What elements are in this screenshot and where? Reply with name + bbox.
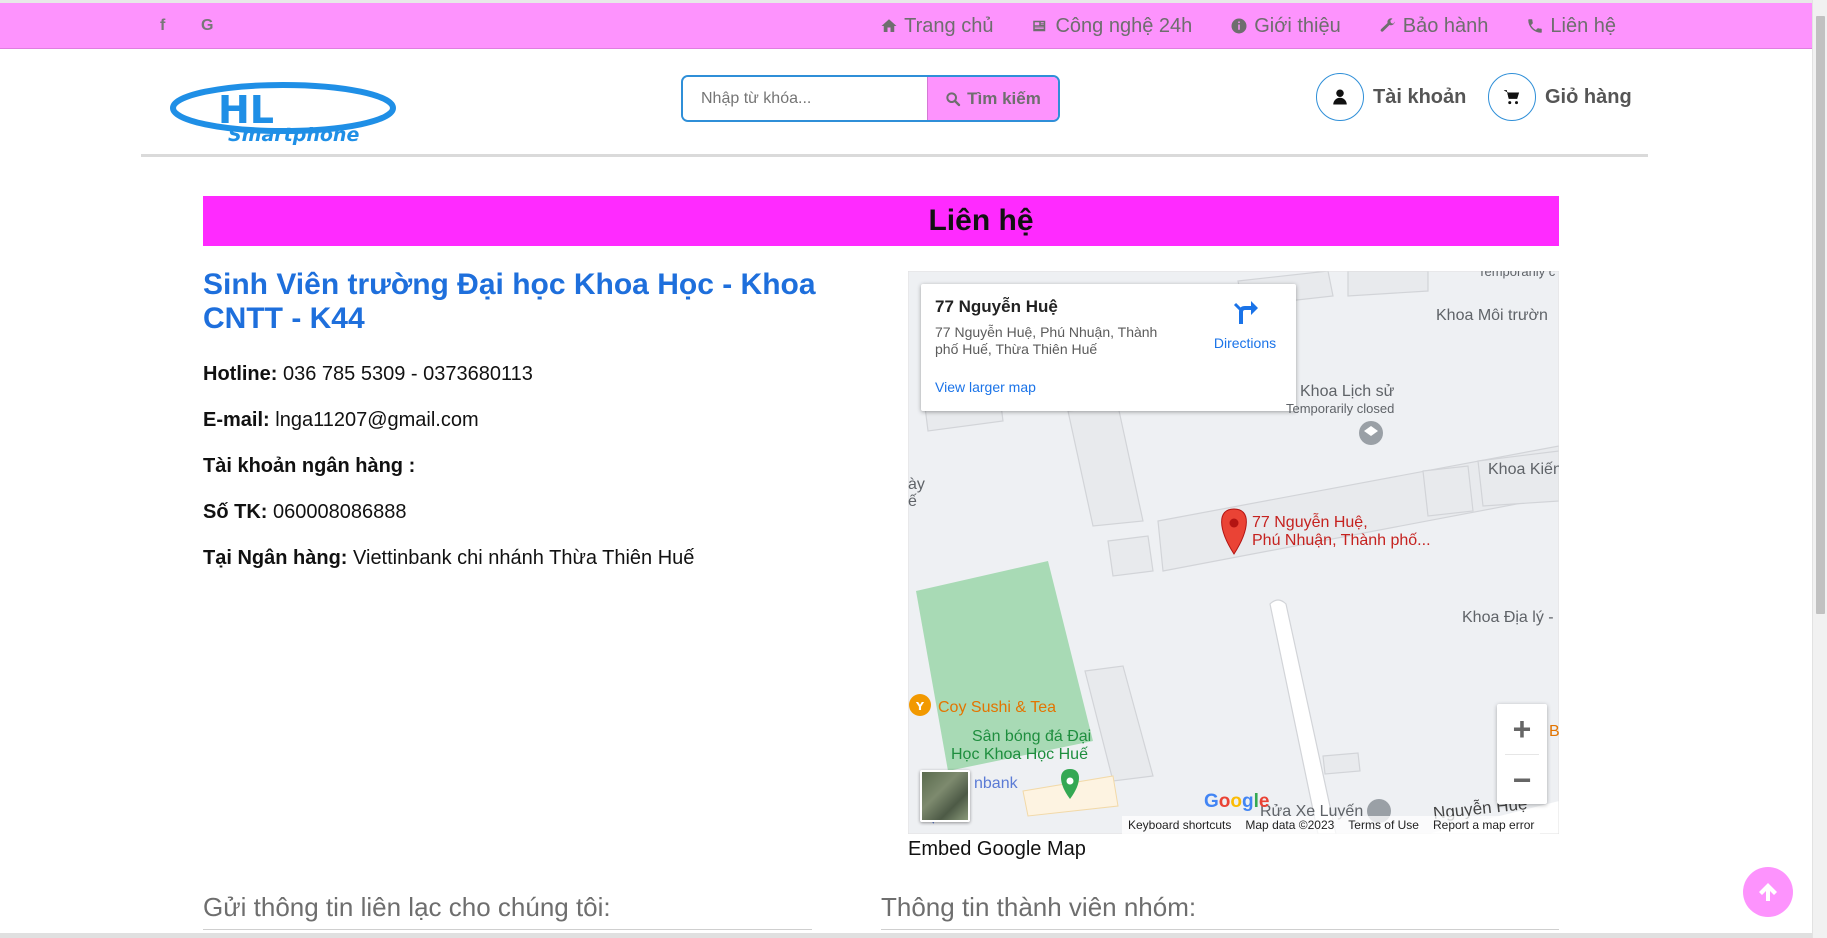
map-data-text: Map data ©2023 — [1245, 818, 1335, 832]
search-box: Tìm kiếm — [681, 75, 1060, 122]
bank-account-row: Tài khoản ngân hàng : — [203, 454, 863, 478]
home-icon — [881, 19, 897, 32]
account-button[interactable]: Tài khoản — [1316, 73, 1466, 121]
map-label: B — [1549, 723, 1559, 740]
map-label: Temporarily c — [1478, 271, 1556, 279]
map-label: Temporarily closed — [1286, 401, 1395, 416]
arrow-up-icon — [1759, 883, 1777, 901]
nav-label: Trang chủ — [904, 14, 994, 37]
bank-name-row: Tại Ngân hàng: Viettinbank chi nhánh Thừ… — [203, 546, 863, 570]
map-label: Khoa Kiến — [1488, 461, 1559, 478]
hotline-value: 036 785 5309 - 0373680113 — [283, 363, 533, 385]
nav-label: Liên hệ — [1550, 14, 1616, 37]
search-icon — [946, 91, 961, 106]
logo-subtext: Smartphone — [228, 124, 359, 146]
map-pin-label: Phú Nhuận, Thành phố... — [1252, 532, 1431, 549]
satellite-toggle[interactable] — [920, 770, 970, 822]
map-label: Học Khoa Học Huế — [951, 746, 1088, 763]
map-label: ày — [908, 476, 925, 493]
facebook-icon[interactable]: f — [160, 17, 165, 35]
top-bar: f G Trang chủ Công nghệ 24h Giới thiệu B… — [0, 0, 1812, 49]
account-number-value: 060008086888 — [273, 501, 407, 523]
nav-label: Công nghệ 24h — [1055, 14, 1193, 37]
map-footer: Keyboard shortcuts Map data ©2023 Terms … — [1122, 816, 1541, 834]
embed-map-caption: Embed Google Map — [908, 838, 1086, 860]
bank-name-value: Viettinbank chi nhánh Thừa Thiên Huế — [353, 547, 695, 569]
hotline-label: Hotline: — [203, 363, 278, 385]
nav-label: Giới thiệu — [1254, 14, 1341, 37]
svg-text:Y: Y — [915, 700, 925, 713]
contact-heading: Sinh Viên trường Đại học Khoa Học - Khoa… — [203, 268, 816, 335]
account-number-row: Số TK: 060008086888 — [203, 500, 863, 524]
bank-name-label: Tại Ngân hàng: — [203, 547, 348, 569]
nav-item-warranty[interactable]: Bảo hành — [1379, 14, 1489, 38]
bottom-edge — [0, 933, 1812, 938]
user-icon — [1333, 89, 1347, 105]
page-scrollbar[interactable] — [1812, 0, 1827, 938]
map-label: Coy Sushi & Tea — [938, 699, 1056, 716]
phone-icon — [1528, 19, 1543, 33]
terms-link[interactable]: Terms of Use — [1348, 818, 1419, 832]
zoom-control: + − — [1497, 704, 1547, 804]
account-number-label: Số TK: — [203, 501, 268, 523]
nav-item-tech-news[interactable]: Công nghệ 24h — [1031, 15, 1192, 38]
info-circle-icon — [1231, 18, 1247, 34]
nav-item-contact[interactable]: Liên hệ — [1526, 15, 1616, 38]
members-heading: Thông tin thành viên nhóm: — [881, 892, 1559, 930]
page-title: Liên hệ — [928, 204, 1034, 237]
site-logo[interactable]: HL Smartphone — [166, 79, 426, 151]
contact-info: Sinh Viên trường Đại học Khoa Học - Khoa… — [203, 268, 863, 592]
directions-icon — [1233, 301, 1258, 324]
directions-button[interactable]: Directions — [1203, 296, 1287, 351]
map-info-card: 77 Nguyễn Huệ 77 Nguyễn Huệ, Phú Nhuận, … — [921, 284, 1296, 411]
map-card-address: 77 Nguyễn Huệ, Phú Nhuận, Thành phố Huế,… — [935, 324, 1158, 357]
top-nav: Trang chủ Công nghệ 24h Giới thiệu Bảo h… — [880, 3, 1616, 49]
scroll-to-top-button[interactable] — [1743, 867, 1793, 917]
google-map-embed[interactable]: Y ▾ 77 Nguyễn Huệ 77 Nguyễn Huệ, Phú Nhu… — [908, 271, 1559, 834]
logo-graphic: HL Smartphone — [170, 82, 396, 146]
map-label: nbank — [974, 775, 1018, 792]
directions-label: Directions — [1213, 335, 1277, 351]
map-label: Khoa Lịch sử — [1300, 383, 1395, 400]
hotline-row: Hotline: 036 785 5309 - 0373680113 — [203, 362, 863, 386]
map-label: Sân bóng đá Đại — [972, 728, 1092, 745]
cart-label: Giỏ hàng — [1545, 85, 1632, 108]
nav-item-home[interactable]: Trang chủ — [880, 15, 993, 38]
search-button-label: Tìm kiếm — [967, 88, 1041, 108]
google-icon[interactable]: G — [201, 17, 213, 35]
account-label: Tài khoản — [1373, 85, 1467, 108]
send-info-heading: Gửi thông tin liên lạc cho chúng tôi: — [203, 892, 812, 930]
cart-button[interactable]: Giỏ hàng — [1488, 73, 1632, 121]
view-larger-map-link[interactable]: View larger map — [935, 379, 1036, 395]
page-title-bar: Liên hệ — [203, 196, 1559, 246]
email-value: lnga11207@gmail.com — [275, 409, 479, 431]
keyboard-shortcuts-link[interactable]: Keyboard shortcuts — [1128, 818, 1231, 832]
header-divider — [141, 154, 1648, 157]
nav-label: Bảo hành — [1402, 14, 1489, 37]
zoom-in-button[interactable]: + — [1497, 704, 1547, 754]
wrench-icon — [1380, 18, 1395, 32]
cart-icon — [1503, 90, 1520, 105]
map-card-title: 77 Nguyễn Huệ — [935, 297, 1058, 316]
email-label: E-mail: — [203, 409, 270, 431]
search-input[interactable] — [683, 77, 927, 120]
scrollbar-thumb[interactable] — [1816, 16, 1825, 614]
map-label: Khoa Địa lý - — [1462, 609, 1554, 626]
bank-label: Tài khoản ngân hàng : — [203, 455, 416, 477]
email-row: E-mail: lnga11207@gmail.com — [203, 408, 863, 432]
report-error-link[interactable]: Report a map error — [1433, 818, 1534, 832]
google-logo: Google — [1204, 791, 1270, 812]
search-button[interactable]: Tìm kiếm — [927, 77, 1058, 120]
map-label: ế — [908, 493, 917, 510]
site-header: HL Smartphone Tìm kiếm Tài khoản Giỏ hàn… — [0, 49, 1812, 156]
zoom-out-button[interactable]: − — [1497, 755, 1547, 805]
newspaper-icon — [1033, 20, 1046, 32]
map-label: Khoa Môi trườn — [1436, 307, 1548, 324]
map-pin-label: 77 Nguyễn Huệ, — [1252, 514, 1368, 531]
nav-item-about[interactable]: Giới thiệu — [1230, 14, 1341, 38]
